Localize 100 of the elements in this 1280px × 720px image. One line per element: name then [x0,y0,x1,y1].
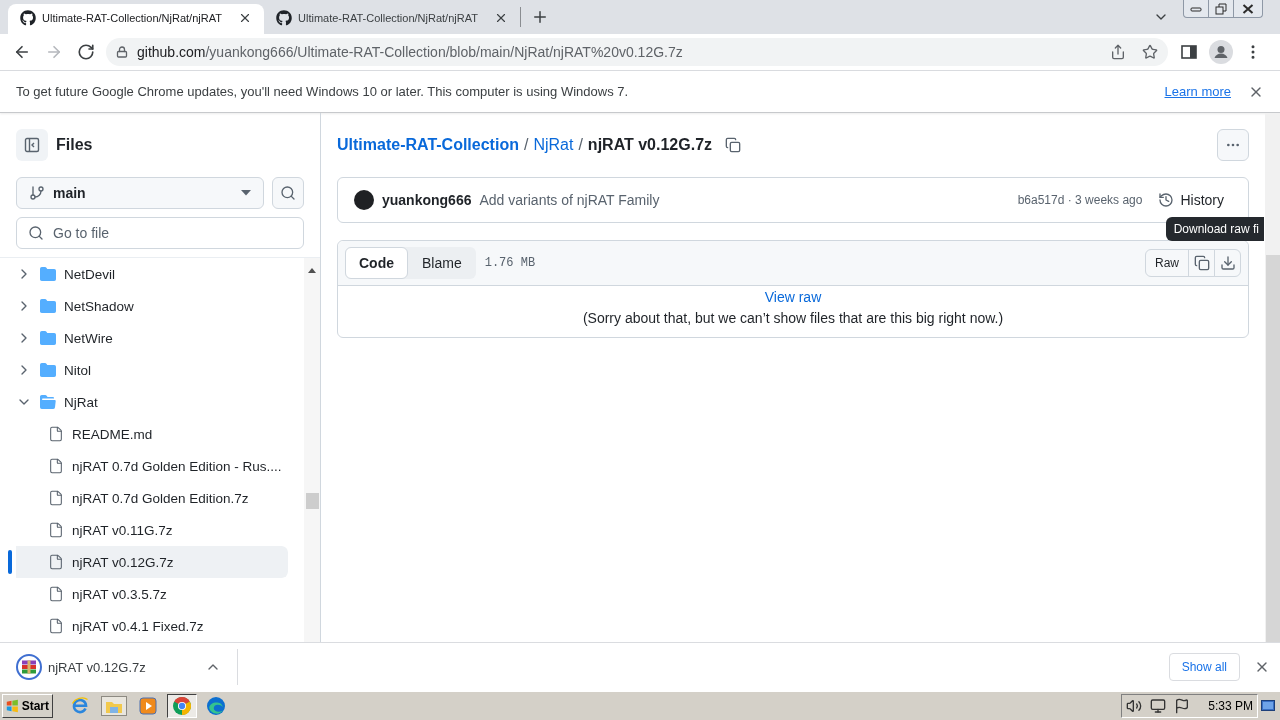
clock-text: 5:33 PM [1208,699,1253,713]
history-button[interactable]: History [1150,186,1232,214]
commit-message[interactable]: Add variants of njRAT Family [479,192,660,208]
download-file-name[interactable]: njRAT v0.12G.7z [48,659,146,675]
swirl-logo-icon [207,697,225,715]
restore-button[interactable] [1208,0,1234,18]
search-field[interactable]: Go to file [16,217,304,249]
scroll-up-icon[interactable] [308,268,316,273]
folder-icon [40,266,56,282]
learn-more-link[interactable]: Learn more [1164,84,1231,99]
flag-icon[interactable] [1174,698,1191,714]
file-item[interactable]: njRAT v0.4.1 Fixed.7z [8,610,288,642]
search-icon [28,225,44,241]
star-icon[interactable] [1142,43,1158,60]
flag-logo-icon [6,698,19,714]
close-icon[interactable] [494,11,508,25]
download-icon [1219,255,1236,271]
open-folder-icon [40,394,56,410]
scroll-thumb[interactable] [1266,255,1280,642]
monitor-icon[interactable] [1150,698,1167,714]
reload-icon[interactable] [77,42,95,61]
search-icon [280,185,296,201]
sidebar-title: Files [56,136,93,154]
file-item[interactable]: njRAT v0.3.5.7z [8,578,288,610]
file-item[interactable]: njRAT 0.7d Golden Edition.7z [8,482,288,514]
file-size: 1.76 MB [484,256,536,270]
folder-window-icon [101,696,127,716]
file-icon [48,554,64,570]
speaker-icon[interactable] [1126,698,1143,714]
minimize-icon [1190,4,1202,13]
close-button[interactable] [1233,0,1263,18]
side-panel-icon[interactable] [1181,43,1197,60]
folder-icon [40,362,56,378]
collapse-button[interactable] [16,129,48,161]
file-icon [48,458,64,474]
file-item[interactable]: njRAT 0.7d Golden Edition - Rus.... [8,450,288,482]
commit-author[interactable]: yuankong666 [382,192,472,208]
file-icon [48,490,64,506]
minimize-button[interactable] [1183,0,1209,18]
address-bar[interactable]: github.com/yuankong666/Ultimate-RAT-Collection/blob/main/NjRat/njRAT%20v0.12G.7z [106,37,1168,66]
desktop-icon[interactable] [1261,699,1275,713]
folder-icon [40,298,56,314]
lock-icon [116,45,128,58]
file-icon [48,522,64,538]
commit-meta: b6a517d · 3 weeks ago [1017,193,1143,207]
tooltip: Download raw fi [1165,217,1264,241]
octocat-icon [20,10,36,26]
play-icon [139,697,157,715]
browser-tab[interactable]: Ultimate-RAT-Collection/NjRat/njRAT [8,4,264,34]
raw-button[interactable]: Raw [1145,249,1189,277]
folder-icon [40,330,56,346]
file-icon [48,426,64,442]
browser-tab[interactable]: Ultimate-RAT-Collection/NjRat/njRAT [264,4,520,34]
folder-item[interactable]: NetShadow [8,290,288,322]
history-icon [1158,192,1175,208]
file-item[interactable]: njRAT v0.11G.7z [8,514,288,546]
view-tab[interactable]: Code [345,247,408,279]
scroll-thumb[interactable] [305,493,319,509]
folder-link[interactable]: NjRat [533,136,574,154]
folder-item[interactable]: NetWire [8,322,288,354]
file-icon [48,586,64,602]
notice-text: (Sorry about that, but we can’t show files that are this big right now.) [582,309,1004,328]
file-item[interactable]: README.md [8,418,288,450]
avatar-icon[interactable] [1209,39,1233,64]
folder-item[interactable]: NjRat [8,386,288,418]
path-separator: / [578,136,583,154]
share-icon[interactable] [1110,43,1126,60]
avatar [354,190,374,210]
repo-link[interactable]: Ultimate-RAT-Collection [337,136,519,154]
caret-icon [241,190,251,196]
scrollbar[interactable] [1265,113,1280,642]
plus-icon[interactable] [531,8,549,26]
branch-select[interactable]: main [16,177,264,209]
letter-e-icon [71,697,89,715]
url-text: github.com/yuankong666/Ultimate-RAT-Collection/blob/main/NjRat/njRAT%20v0.12G.7z [137,43,683,60]
start-button[interactable]: Start [2,694,53,718]
file-name: njRAT v0.12G.7z [587,136,713,154]
copy-icon[interactable] [725,137,742,153]
path-separator: / [523,136,529,154]
branch-icon [29,185,45,201]
folder-item[interactable]: NetDevil [8,258,288,290]
folder-item[interactable]: Nitol [8,354,288,386]
infobar-message: To get future Google Chrome updates, you'll need Windows 10 or later. This computer is using Windows 7. [16,84,629,99]
download-button[interactable] [1214,249,1241,277]
close-icon [1242,3,1254,14]
books-icon [16,654,42,680]
sidebar-icon [24,137,40,153]
copy-icon [1193,255,1210,271]
show-all-button[interactable]: Show all [1168,653,1240,681]
search-button[interactable] [272,177,304,209]
close-icon[interactable] [238,11,252,25]
file-item[interactable]: njRAT v0.12G.7z [8,546,288,578]
view-raw-link[interactable]: View raw [764,287,822,308]
view-tab[interactable]: Blame [408,247,476,279]
taskbar-button[interactable] [167,694,197,718]
scrollbar[interactable] [304,258,320,642]
copy-button[interactable] [1188,249,1215,277]
file-icon [48,618,64,634]
octocat-icon [276,10,292,26]
browser-logo-icon [173,697,191,715]
